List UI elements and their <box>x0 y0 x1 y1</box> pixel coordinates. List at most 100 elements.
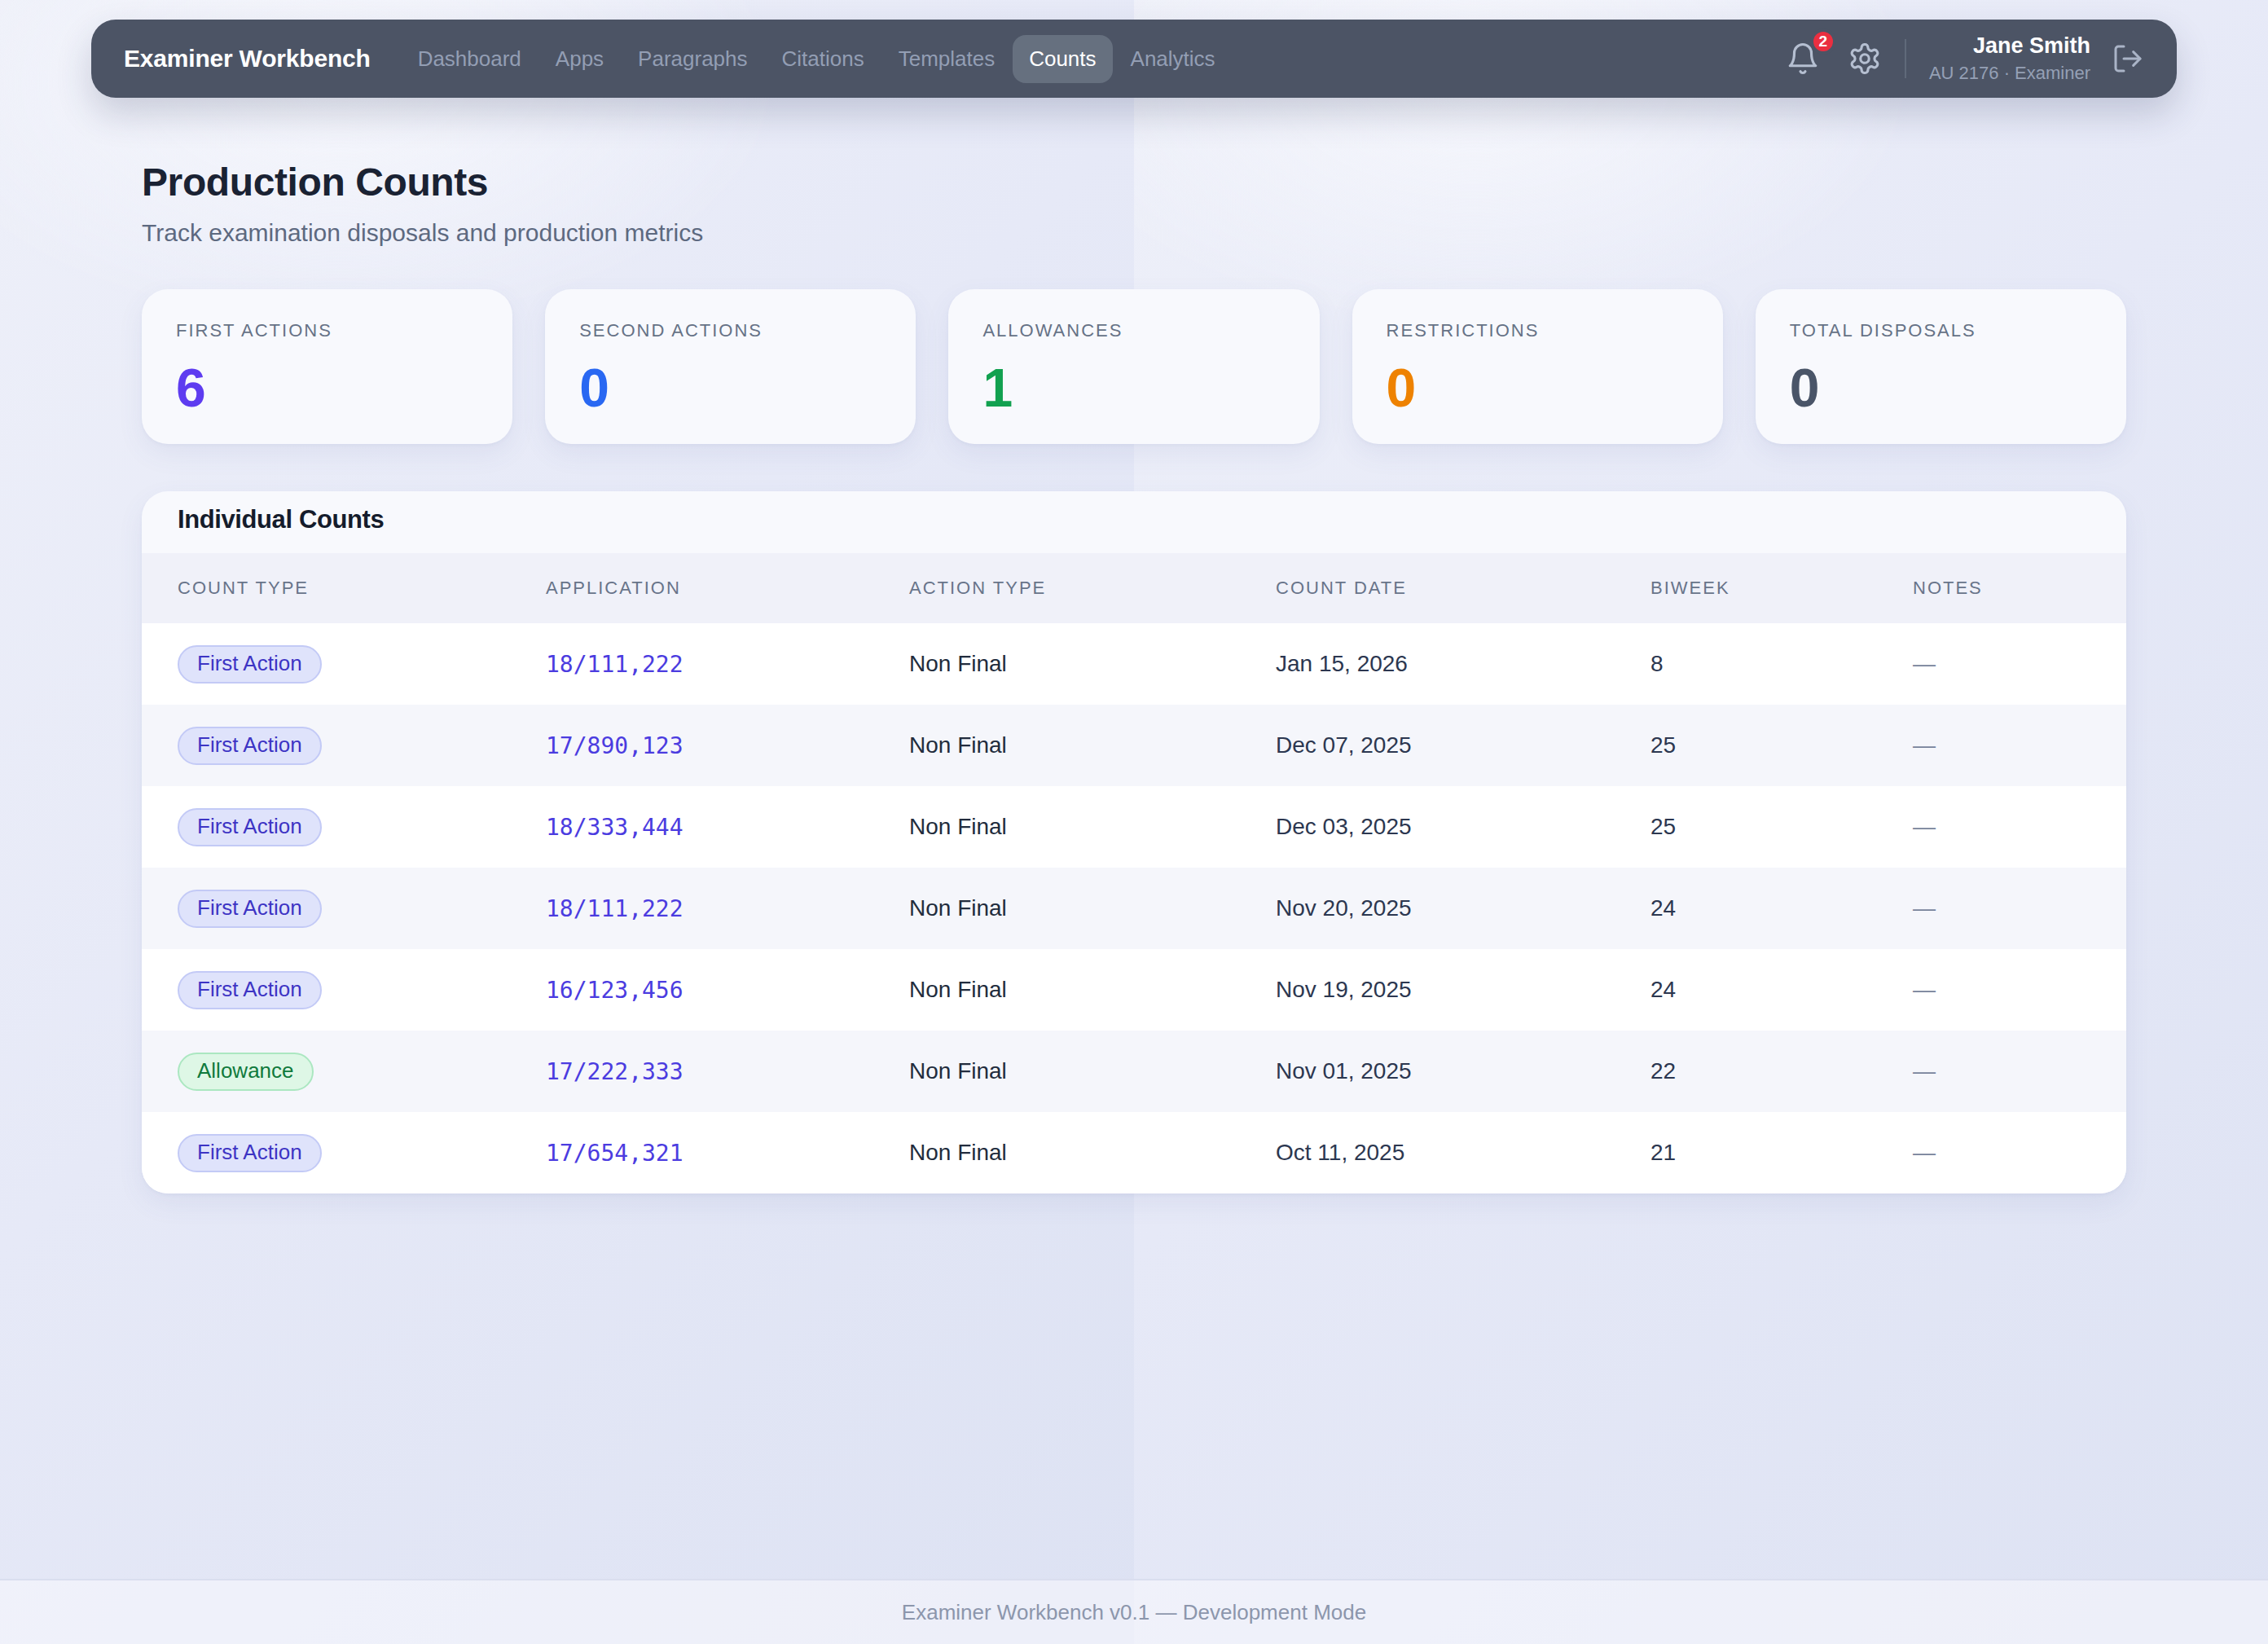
notes-cell: — <box>1877 1112 2126 1193</box>
table-row: First Action 17/654,321 Non Final Oct 11… <box>142 1112 2126 1193</box>
biweek-cell: 25 <box>1615 786 1877 868</box>
stat-label: FIRST ACTIONS <box>176 320 478 341</box>
stat-value: 0 <box>1790 361 2092 415</box>
count-type-pill: First Action <box>178 808 322 846</box>
column-header-count-type: COUNT TYPE <box>142 553 510 623</box>
page-title: Production Counts <box>142 160 2126 204</box>
table-row: First Action 18/111,222 Non Final Nov 20… <box>142 868 2126 949</box>
counts-table: COUNT TYPEAPPLICATIONACTION TYPECOUNT DA… <box>142 553 2126 1193</box>
stat-label: TOTAL DISPOSALS <box>1790 320 2092 341</box>
table-row: First Action 16/123,456 Non Final Nov 19… <box>142 949 2126 1031</box>
application-link[interactable]: 16/123,456 <box>546 977 683 1004</box>
action-type-cell: Non Final <box>873 623 1240 705</box>
stat-value: 0 <box>579 361 881 415</box>
table-row: First Action 17/890,123 Non Final Dec 07… <box>142 705 2126 786</box>
stat-value: 6 <box>176 361 478 415</box>
nav-item-citations[interactable]: Citations <box>782 46 864 72</box>
application-link[interactable]: 17/654,321 <box>546 1140 683 1167</box>
stat-label: RESTRICTIONS <box>1387 320 1689 341</box>
action-type-cell: Non Final <box>873 868 1240 949</box>
app-brand: Examiner Workbench <box>124 45 371 73</box>
table-header-row: COUNT TYPEAPPLICATIONACTION TYPECOUNT DA… <box>142 553 2126 623</box>
stat-card-second-actions: SECOND ACTIONS 0 <box>545 289 916 444</box>
application-link[interactable]: 18/111,222 <box>546 895 683 922</box>
application-link[interactable]: 17/222,333 <box>546 1058 683 1085</box>
table-title: Individual Counts <box>142 491 2126 553</box>
stat-label: ALLOWANCES <box>982 320 1285 341</box>
main-content: Production Counts Track examination disp… <box>142 160 2126 1193</box>
user-block: Jane Smith AU 2176 · Examiner <box>1929 32 2090 86</box>
user-meta: AU 2176 · Examiner <box>1929 62 2090 86</box>
count-date-cell: Nov 20, 2025 <box>1240 868 1615 949</box>
nav-right-cluster: 2 Jane Smith AU 2176 · Examiner <box>1786 32 2144 86</box>
table-body: First Action 18/111,222 Non Final Jan 15… <box>142 623 2126 1193</box>
count-date-cell: Dec 07, 2025 <box>1240 705 1615 786</box>
count-date-cell: Nov 01, 2025 <box>1240 1031 1615 1112</box>
application-link[interactable]: 18/333,444 <box>546 814 683 841</box>
nav-divider <box>1905 39 1906 78</box>
notifications-button[interactable]: 2 <box>1786 42 1820 76</box>
biweek-cell: 24 <box>1615 868 1877 949</box>
nav-item-templates[interactable]: Templates <box>899 46 996 72</box>
stat-value: 1 <box>982 361 1285 415</box>
stat-card-first-actions: FIRST ACTIONS 6 <box>142 289 512 444</box>
footer-text: Examiner Workbench v0.1 — Development Mo… <box>902 1600 1366 1625</box>
action-type-cell: Non Final <box>873 1112 1240 1193</box>
column-header-application: APPLICATION <box>510 553 873 623</box>
notes-cell: — <box>1877 949 2126 1031</box>
table-row: First Action 18/333,444 Non Final Dec 03… <box>142 786 2126 868</box>
nav-item-paragraphs[interactable]: Paragraphs <box>638 46 747 72</box>
column-header-notes: NOTES <box>1877 553 2126 623</box>
stats-grid: FIRST ACTIONS 6 SECOND ACTIONS 0 ALLOWAN… <box>142 289 2126 444</box>
nav-item-dashboard[interactable]: Dashboard <box>418 46 521 72</box>
application-link[interactable]: 18/111,222 <box>546 651 683 678</box>
table-row: First Action 18/111,222 Non Final Jan 15… <box>142 623 2126 705</box>
user-name: Jane Smith <box>1929 32 2090 60</box>
nav-item-counts[interactable]: Counts <box>1013 35 1112 83</box>
biweek-cell: 8 <box>1615 623 1877 705</box>
nav-item-apps[interactable]: Apps <box>556 46 604 72</box>
nav-links: Dashboard Apps Paragraphs Citations Template… <box>418 46 1215 72</box>
stat-card-allowances: ALLOWANCES 1 <box>948 289 1319 444</box>
biweek-cell: 21 <box>1615 1112 1877 1193</box>
notes-cell: — <box>1877 705 2126 786</box>
count-date-cell: Oct 11, 2025 <box>1240 1112 1615 1193</box>
count-date-cell: Dec 03, 2025 <box>1240 786 1615 868</box>
notes-cell: — <box>1877 868 2126 949</box>
count-type-pill: Allowance <box>178 1053 314 1091</box>
stat-value: 0 <box>1387 361 1689 415</box>
biweek-cell: 22 <box>1615 1031 1877 1112</box>
footer: Examiner Workbench v0.1 — Development Mo… <box>0 1579 2268 1644</box>
action-type-cell: Non Final <box>873 705 1240 786</box>
logout-button[interactable] <box>2112 42 2144 75</box>
notes-cell: — <box>1877 623 2126 705</box>
nav-item-analytics[interactable]: Analytics <box>1131 46 1215 72</box>
column-header-biweek: BIWEEK <box>1615 553 1877 623</box>
page-subtitle: Track examination disposals and producti… <box>142 219 2126 247</box>
notes-cell: — <box>1877 1031 2126 1112</box>
top-navbar: Examiner Workbench Dashboard Apps Paragrap… <box>91 20 2177 98</box>
biweek-cell: 24 <box>1615 949 1877 1031</box>
count-type-pill: First Action <box>178 645 322 684</box>
count-type-pill: First Action <box>178 971 322 1009</box>
count-date-cell: Nov 19, 2025 <box>1240 949 1615 1031</box>
count-type-pill: First Action <box>178 890 322 928</box>
action-type-cell: Non Final <box>873 1031 1240 1112</box>
column-header-count-date: COUNT DATE <box>1240 553 1615 623</box>
count-type-pill: First Action <box>178 727 322 765</box>
count-date-cell: Jan 15, 2026 <box>1240 623 1615 705</box>
stat-card-restrictions: RESTRICTIONS 0 <box>1352 289 1723 444</box>
action-type-cell: Non Final <box>873 786 1240 868</box>
settings-button[interactable] <box>1848 42 1882 76</box>
logout-icon <box>2112 42 2144 75</box>
gear-icon <box>1848 42 1882 76</box>
stat-label: SECOND ACTIONS <box>579 320 881 341</box>
application-link[interactable]: 17/890,123 <box>546 732 683 759</box>
stat-card-total-disposals: TOTAL DISPOSALS 0 <box>1756 289 2126 444</box>
individual-counts-card: Individual Counts COUNT TYPEAPPLICATIONA… <box>142 491 2126 1193</box>
biweek-cell: 25 <box>1615 705 1877 786</box>
count-type-pill: First Action <box>178 1134 322 1172</box>
notes-cell: — <box>1877 786 2126 868</box>
action-type-cell: Non Final <box>873 949 1240 1031</box>
table-row: Allowance 17/222,333 Non Final Nov 01, 2… <box>142 1031 2126 1112</box>
